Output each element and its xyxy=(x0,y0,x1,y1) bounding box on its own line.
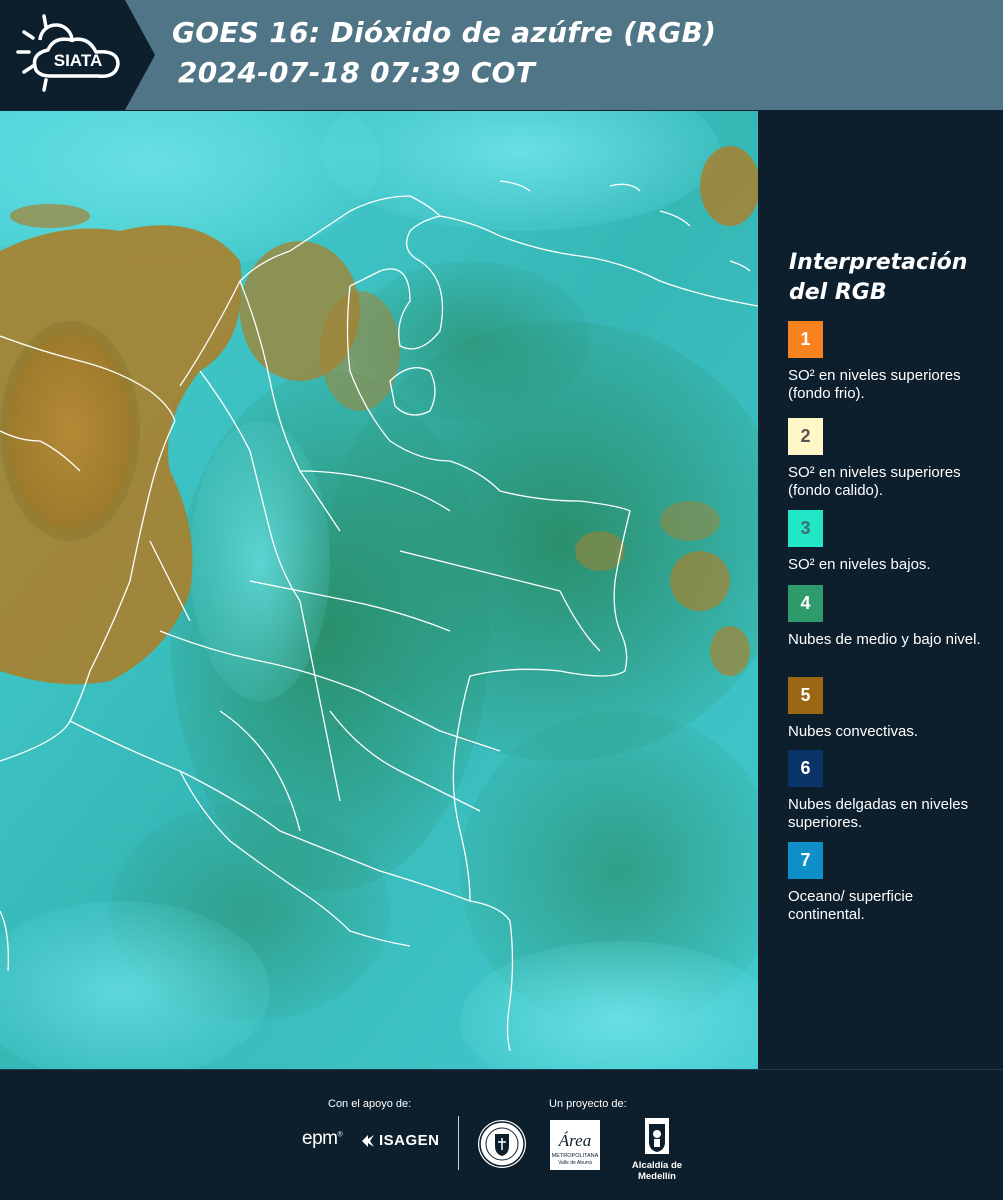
legend-swatch-5: 5 xyxy=(788,677,823,714)
legend-label-5: Nubes convectivas. xyxy=(788,723,919,740)
legend-item-5: 5 Nubes convectivas. xyxy=(788,677,988,741)
legend-title: Interpretación del RGB xyxy=(789,250,968,305)
project-label: Un proyecto de: xyxy=(549,1098,627,1110)
epm-logo: epm® xyxy=(302,1128,343,1149)
satellite-map xyxy=(0,111,758,1069)
legend-item-7: 7 Oceano/ superficie continental. xyxy=(788,842,988,924)
footer: Con el apoyo de: Un proyecto de: epm® IS… xyxy=(0,1069,1003,1200)
legend-swatch-1: 1 xyxy=(788,321,823,358)
legend-label-3: SO² en niveles bajos. xyxy=(788,556,931,573)
svg-text:Área: Área xyxy=(558,1131,591,1150)
page-title: GOES 16: Dióxido de azúfre (RGB) xyxy=(172,16,717,49)
alcaldia-shield-icon xyxy=(645,1118,669,1154)
legend-item-1: 1 SO² en niveles superiores (fondo frio)… xyxy=(788,321,988,403)
footer-divider xyxy=(458,1116,459,1170)
isagen-mark-icon xyxy=(362,1134,374,1147)
legend-label-1: SO² en niveles superiores (fondo frio). xyxy=(788,367,961,402)
legend-swatch-4: 4 xyxy=(788,585,823,622)
medellin-seal-icon xyxy=(478,1120,526,1168)
legend-label-4: Nubes de medio y bajo nivel. xyxy=(788,631,981,648)
legend-label-6: Nubes delgadas en niveles superiores. xyxy=(788,796,969,831)
legend-item-6: 6 Nubes delgadas en niveles superiores. xyxy=(788,750,988,832)
legend-swatch-7: 7 xyxy=(788,842,823,879)
alcaldia-label: Alcaldía de Medellín xyxy=(631,1160,683,1182)
legend-item-2: 2 SO² en niveles superiores (fondo calid… xyxy=(788,418,988,500)
alcaldia-medellin-logo: Alcaldía de Medellín xyxy=(612,1118,702,1182)
header-bar: SIATA GOES 16: Dióxido de azúfre (RGB) 2… xyxy=(0,0,1003,110)
legend-label-7: Oceano/ superficie continental. xyxy=(788,888,914,923)
siata-logo: SIATA xyxy=(0,0,155,110)
legend-swatch-2: 2 xyxy=(788,418,823,455)
timestamp: 2024-07-18 07:39 COT xyxy=(178,56,536,89)
legend-item-4: 4 Nubes de medio y bajo nivel. xyxy=(788,585,988,649)
isagen-logo: ISAGEN xyxy=(360,1132,440,1149)
legend-panel: Interpretación del RGB 1 SO² en niveles … xyxy=(759,111,1003,1069)
area-metropolitana-logo: Área METROPOLITANA Valle de Aburrá xyxy=(550,1120,600,1170)
legend-item-3: 3 SO² en niveles bajos. xyxy=(788,510,988,574)
support-label: Con el apoyo de: xyxy=(328,1098,412,1110)
svg-text:Valle de Aburrá: Valle de Aburrá xyxy=(558,1160,592,1166)
legend-swatch-3: 3 xyxy=(788,510,823,547)
legend-swatch-6: 6 xyxy=(788,750,823,787)
legend-label-2: SO² en niveles superiores (fondo calido)… xyxy=(788,464,961,499)
svg-text:METROPOLITANA: METROPOLITANA xyxy=(552,1153,599,1159)
svg-text:SIATA: SIATA xyxy=(54,51,102,70)
